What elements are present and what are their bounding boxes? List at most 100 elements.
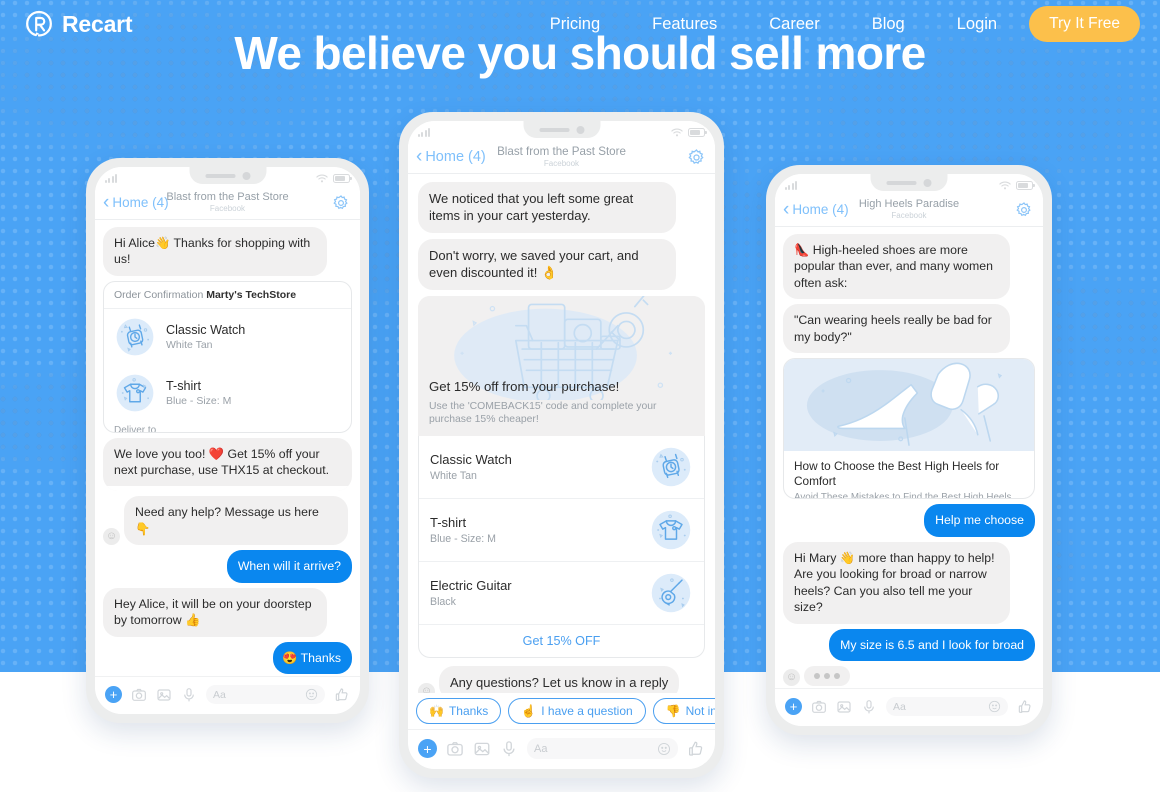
article-subtitle: Avoid These Mistakes to Find the Best Hi… (794, 492, 1012, 500)
camera-icon[interactable] (131, 687, 147, 703)
get-discount-button[interactable]: Get 15% OFF (419, 624, 704, 657)
page-root: Recart Pricing Features Career Blog Logi… (0, 0, 1160, 792)
message-row: 👠 High-heeled shoes are more popular tha… (783, 234, 1035, 300)
wifi-icon (671, 128, 683, 136)
nav-item-career[interactable]: Career (743, 11, 845, 38)
speaker-icon (886, 180, 917, 185)
status-right (316, 173, 352, 183)
offer-card: Get 15% off from your purchase! Use the … (418, 295, 705, 659)
chat-channel: Facebook (891, 211, 927, 221)
product-desc: Blue - Size: M (166, 394, 232, 407)
gear-icon[interactable] (1015, 201, 1033, 219)
emoji-icon (988, 700, 1001, 713)
camera-icon[interactable] (446, 740, 464, 758)
offer-product-row: Classic Watch White Tan (419, 436, 704, 498)
gear-icon[interactable] (332, 194, 350, 212)
message-row: My size is 6.5 and I look for broad (783, 628, 1035, 661)
back-home-button[interactable]: ‹ Home (4) (783, 200, 849, 219)
quick-reply-question[interactable]: ☝️ I have a question (508, 698, 646, 724)
chevron-left-icon: ‹ (783, 199, 790, 220)
thumbs-up-icon[interactable] (334, 687, 350, 703)
message-row: Help me choose (783, 504, 1035, 537)
add-attachment-button[interactable]: + (418, 739, 437, 758)
gallery-icon[interactable] (836, 699, 852, 715)
thumbs-up-icon[interactable] (687, 740, 705, 758)
message-bubble: Need any help? Message us here 👇 (124, 496, 349, 546)
nav-item-pricing[interactable]: Pricing (524, 11, 626, 38)
offer-hero: Get 15% off from your purchase! Use the … (418, 295, 705, 437)
avatar (783, 669, 800, 686)
add-attachment-button[interactable]: + (785, 698, 802, 715)
order-product-info: Classic Watch White Tan (166, 323, 245, 351)
wifi-icon (999, 181, 1011, 189)
order-product-info: T-shirt Blue - Size: M (166, 379, 231, 407)
nav-item-features[interactable]: Features (626, 11, 743, 38)
message-composer: + Aa (775, 688, 1043, 726)
product-desc: White Tan (430, 470, 477, 483)
brand-name: Recart (62, 10, 133, 37)
phone-right-screen: ‹ Home (4) High Heels Paradise Facebook … (775, 174, 1043, 726)
message-bubble: Don't worry, we saved your cart, and eve… (418, 238, 677, 290)
microphone-icon[interactable] (181, 687, 197, 703)
back-home-button[interactable]: ‹ Home (4) (103, 193, 169, 212)
message-bubble: Hi Alice👋 Thanks for shopping with us! (103, 227, 328, 276)
gear-icon[interactable] (687, 148, 705, 166)
quick-reply-emoji: 👎 (665, 704, 681, 718)
status-right (999, 180, 1035, 190)
nav-item-login[interactable]: Login (931, 11, 1023, 38)
message-bubble: We noticed that you left some great item… (418, 182, 677, 233)
offer-product-list: Classic Watch White Tan T-shirt Blue - S… (418, 436, 705, 659)
quick-replies: 🙌 Thanks ☝️ I have a question 👎 Not inte… (408, 693, 715, 729)
microphone-icon[interactable] (500, 740, 518, 758)
product-desc: Blue - Size: M (430, 533, 496, 546)
promo-bubble: We love you too! ❤️ Get 15% off your nex… (103, 437, 352, 492)
quick-reply-emoji: 🙌 (429, 704, 444, 718)
avatar (103, 528, 120, 546)
phone-right: ‹ Home (4) High Heels Paradise Facebook … (766, 165, 1052, 735)
nav-links: Pricing Features Career Blog Login Try I… (524, 6, 1160, 42)
quick-reply-thanks[interactable]: 🙌 Thanks (416, 698, 502, 724)
recart-circle-r-icon (24, 9, 54, 39)
chevron-left-icon: ‹ (416, 146, 423, 167)
gallery-icon[interactable] (156, 687, 172, 703)
speaker-icon (539, 127, 569, 132)
product-name: Classic Watch (430, 452, 512, 468)
add-attachment-button[interactable]: + (105, 686, 122, 703)
back-home-button[interactable]: ‹ Home (4) (416, 147, 486, 166)
emoji-icon (657, 742, 671, 755)
status-bar (95, 167, 360, 189)
gallery-icon[interactable] (473, 740, 491, 758)
chat-store-name: High Heels Paradise (858, 198, 960, 211)
phone-center-screen: ‹ Home (4) Blast from the Past Store Fac… (408, 121, 715, 769)
message-row: Hey Alice, it will be on your doorstep b… (103, 587, 352, 637)
shop-now-button[interactable]: Shop Now (15% OFF) (103, 485, 352, 492)
message-input[interactable]: Aa (206, 685, 325, 704)
message-input[interactable]: Aa (886, 697, 1008, 716)
microphone-icon[interactable] (861, 699, 877, 715)
message-input[interactable]: Aa (527, 738, 678, 759)
notch (523, 121, 600, 138)
message-row: Don't worry, we saved your cart, and eve… (418, 238, 705, 290)
order-card-store: Marty's TechStore (206, 288, 297, 301)
product-name: Electric Guitar (430, 578, 512, 594)
camera-icon[interactable] (811, 699, 827, 715)
offer-product-row: Electric Guitar Black (419, 561, 704, 624)
thumbs-up-icon[interactable] (1017, 699, 1033, 715)
message-row: When will it arrive? (103, 550, 352, 583)
camera-icon (576, 125, 584, 134)
brand-logo[interactable]: Recart (24, 9, 133, 39)
article-title: How to Choose the Best High Heels for Co… (794, 459, 1000, 489)
emoji-icon (305, 688, 318, 701)
guitar-icon (649, 571, 693, 615)
watch-icon (649, 445, 693, 489)
message-bubble: Hey Alice, it will be on your doorstep b… (103, 587, 328, 637)
tshirt-icon (649, 508, 693, 552)
nav-item-blog[interactable]: Blog (846, 11, 931, 38)
chat-channel: Facebook (543, 158, 580, 168)
quick-reply-not-interested[interactable]: 👎 Not interested (652, 698, 715, 724)
try-it-free-button[interactable]: Try It Free (1029, 6, 1140, 42)
chat-store-name: Blast from the Past Store (497, 144, 626, 158)
offer-product-row: T-shirt Blue - Size: M (419, 498, 704, 561)
offer-product-info: T-shirt Blue - Size: M (430, 515, 496, 545)
article-caption: How to Choose the Best High Heels for Co… (784, 451, 1034, 500)
